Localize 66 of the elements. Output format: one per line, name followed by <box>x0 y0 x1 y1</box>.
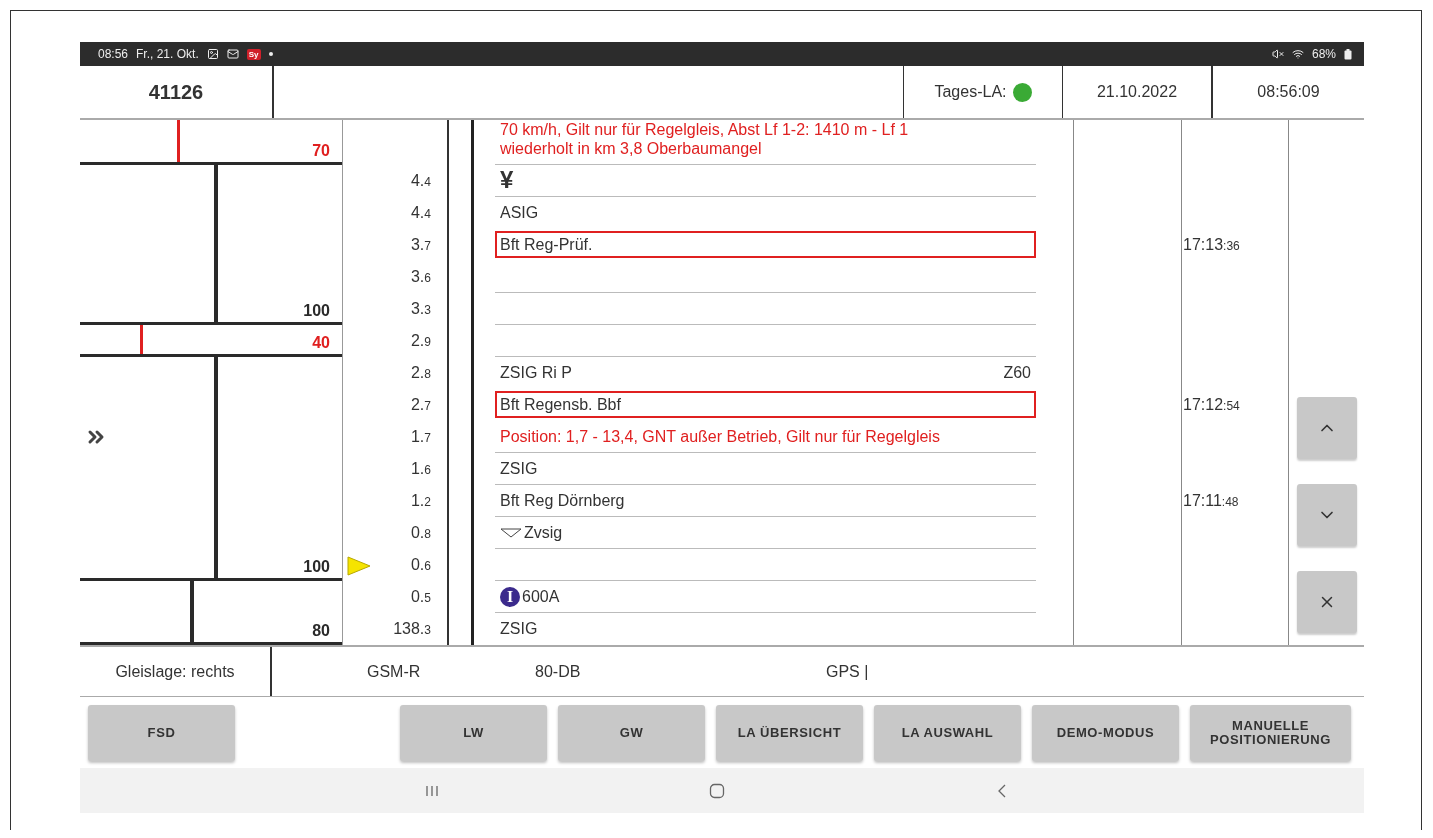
status-indicator: 80-DB <box>535 662 582 681</box>
mute-icon <box>1271 48 1284 60</box>
kilometer-label: 0.5 <box>410 588 431 606</box>
kilometer-label: 2.8 <box>410 364 431 382</box>
kilometer-label: 2.7 <box>410 396 431 414</box>
time-label: 17:13:36 <box>1183 236 1240 254</box>
info-badge: I <box>500 586 520 607</box>
function-button[interactable]: LA ÜBERSICHT <box>716 704 863 761</box>
function-button[interactable]: DEMO-MODUS <box>1032 704 1179 761</box>
track-position-label: Gleislage: rechts <box>115 662 235 681</box>
function-button[interactable]: GW <box>558 704 705 761</box>
tages-la-label: Tages-LA: <box>934 83 1007 101</box>
signal-label: ZSIG <box>500 619 538 639</box>
date-label: 21.10.2022 <box>1096 83 1178 101</box>
kilometer-label: 1.2 <box>410 492 431 510</box>
status-indicator: GPS | <box>826 662 870 681</box>
signal-code: Z60 <box>1003 363 1031 383</box>
kilometer-label: 0.8 <box>410 524 431 542</box>
signal-label: ASIG <box>500 203 539 223</box>
time-label: 17:11:48 <box>1183 492 1239 510</box>
clock-label: 08:56:09 <box>1257 83 1320 101</box>
signal-symbol: ¥ <box>500 166 514 195</box>
signal-label: Bft Reg Dörnberg <box>500 490 625 511</box>
speed-segment: 100 <box>80 357 342 581</box>
function-button[interactable]: MANUELLE POSITIONIERUNG <box>1190 704 1351 761</box>
speed-segment: 80 <box>80 581 342 645</box>
function-button[interactable]: FSD <box>88 704 235 761</box>
recent-apps-icon[interactable] <box>425 783 440 798</box>
status-date: Fr., 21. Okt. <box>136 47 199 61</box>
function-button[interactable]: LA AUSWAHL <box>874 704 1021 761</box>
station-name: Bft Reg-Prüf. <box>495 231 1036 258</box>
triangle-icon <box>500 527 522 538</box>
speed-segment: 70 <box>80 120 342 165</box>
function-button[interactable]: LW <box>400 704 547 761</box>
kilometer-label: 3.3 <box>410 300 431 318</box>
status-time: 08:56 <box>98 47 129 61</box>
app-badge: Sy <box>246 48 261 60</box>
kilometer-label: 1.6 <box>410 460 431 478</box>
battery-icon <box>1344 48 1352 60</box>
kilometer-label: 4.4 <box>410 204 431 222</box>
kilometer-label: 3.6 <box>410 268 431 286</box>
wifi-icon <box>1291 48 1304 60</box>
back-icon[interactable] <box>996 782 1007 799</box>
kilometer-label: 1.7 <box>410 428 431 446</box>
battery-level: 68% <box>1311 47 1336 61</box>
station-name: Bft Regensb. Bbf <box>495 391 1036 418</box>
kilometer-label: 138.3 <box>393 620 431 638</box>
home-icon[interactable] <box>709 782 725 799</box>
restriction-note: Position: 1,7 - 13,4, GNT außer Betrieb, Gilt nur für Regelgleis <box>500 426 940 447</box>
signal-label: ZSIG <box>500 458 538 479</box>
train-number: 41126 <box>148 80 204 104</box>
kilometer-label: 4.4 <box>410 172 431 190</box>
time-label: 17:12:54 <box>1183 396 1240 414</box>
signal-label: Zvsig <box>524 522 563 543</box>
signal-label: 600A <box>522 586 560 607</box>
kilometer-label: 3.7 <box>410 236 431 254</box>
restriction-note: 70 km/h, Gilt nur für Regelgleis, Abst Lf 1-2: 1410 m - Lf 1 wiederholt in km 3,8 Oberbaumangel <box>500 120 910 159</box>
signal-label: ZSIG Ri P <box>500 363 572 383</box>
mail-icon <box>226 48 239 60</box>
speed-segment: 100 <box>80 165 342 325</box>
kilometer-label: 2.9 <box>410 332 431 350</box>
kilometer-label: 0.6 <box>410 556 431 574</box>
image-icon <box>206 48 219 60</box>
notification-dot <box>268 52 273 56</box>
speed-segment: 40 <box>80 325 342 357</box>
status-indicator: GSM-R <box>367 662 422 681</box>
